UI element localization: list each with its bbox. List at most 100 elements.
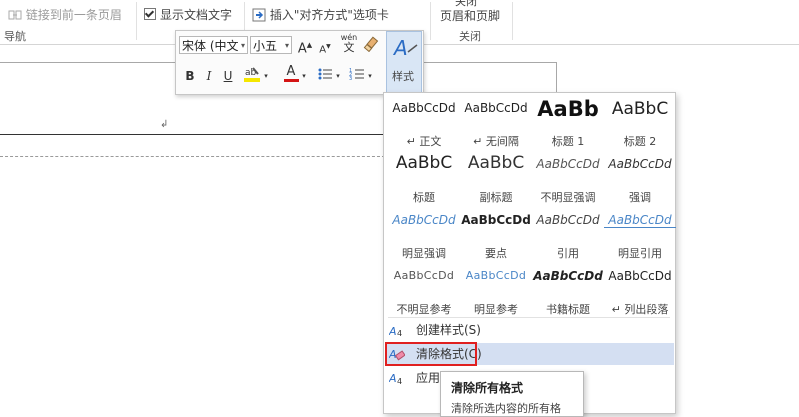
shrink-font-button[interactable]: A▼ — [316, 38, 334, 56]
style-swatch[interactable]: AaBbCcDd 不明显强调 — [532, 153, 604, 208]
style-swatch[interactable]: AaBbCcDd ↵ 列出段落 — [604, 265, 676, 320]
show-document-text-checkbox[interactable]: 显示文档文字 — [144, 6, 232, 23]
style-preview: AaBbCcDd — [392, 101, 456, 115]
close-group-label: 关闭 — [459, 30, 481, 43]
svg-text:3: 3 — [349, 76, 352, 82]
italic-button[interactable]: I — [200, 67, 218, 85]
style-swatch[interactable]: AaBbC 标题 2 — [604, 97, 676, 152]
style-name: 强调 — [629, 191, 651, 204]
insert-alignment-tab-label: 插入"对齐方式"选项卡 — [269, 8, 389, 22]
style-swatch[interactable]: AaBb 标题 1 — [532, 97, 604, 152]
style-swatch[interactable]: AaBbCcDd ↵ 正文 — [388, 97, 460, 152]
style-preview: AaBbCcDd — [533, 269, 603, 283]
style-swatch[interactable]: AaBbCcDd 引用 — [532, 209, 604, 264]
style-name: 副标题 — [479, 191, 513, 204]
highlighter-icon: ab — [243, 67, 261, 86]
show-document-text-label: 显示文档文字 — [160, 8, 233, 22]
close-header-footer-button[interactable]: 页眉和页脚 — [440, 7, 500, 24]
create-style-label: 创建样式(S) — [416, 323, 481, 337]
style-name: ↵ 列出段落 — [611, 303, 669, 316]
style-name: 标题 2 — [623, 135, 657, 148]
style-swatch[interactable]: AaBbCcDd 明显强调 — [388, 209, 460, 264]
chevron-down-icon[interactable]: ▾ — [241, 37, 245, 53]
style-name: 不明显强调 — [540, 191, 596, 204]
header-rule — [0, 134, 385, 135]
style-name: 要点 — [485, 247, 507, 260]
checkbox-checked-icon — [144, 8, 156, 20]
eraser-brush-icon — [363, 36, 379, 55]
style-swatch[interactable]: AaBbCcDd 书籍标题 — [532, 265, 604, 320]
style-swatch[interactable]: AaBbCcDd 不明显参考 — [388, 265, 460, 320]
style-preview: AaBbC — [467, 153, 525, 173]
link-to-previous-button[interactable]: 链接到前一条页眉 — [8, 6, 122, 23]
bullets-button[interactable] — [316, 66, 334, 84]
group-divider — [430, 2, 431, 40]
group-divider — [136, 2, 137, 40]
grow-font-icon: A — [297, 41, 307, 57]
style-preview: AaBbC — [395, 153, 453, 173]
font-size-value: 小五 — [253, 39, 278, 53]
paragraph-mark: ↲ — [160, 119, 169, 130]
phonetic-guide-icon: 文 — [343, 41, 355, 54]
bold-button[interactable]: B — [181, 67, 199, 85]
styles-button[interactable]: A 样式 — [386, 31, 422, 93]
insert-alignment-tab-button[interactable]: 插入"对齐方式"选项卡 — [252, 6, 389, 23]
style-swatch[interactable]: AaBbCcDd 要点 — [460, 209, 532, 264]
font-name-combo[interactable]: 宋体 (中文 ▾ — [179, 36, 248, 54]
svg-text:4: 4 — [397, 377, 402, 386]
style-preview: AaBbCcDd — [536, 213, 600, 227]
svg-text:A: A — [389, 325, 397, 338]
font-color-icon: A — [286, 64, 296, 79]
style-preview: AaBbCcDd — [536, 157, 600, 171]
style-swatch[interactable]: AaBbC 标题 — [388, 153, 460, 208]
tooltip: 清除所有格式 清除所选内容的所有格 — [440, 371, 584, 417]
chevron-down-icon[interactable]: ▾ — [285, 37, 289, 53]
styles-icon: A — [392, 35, 419, 64]
style-swatch[interactable]: AaBbCcDd ↵ 无间隔 — [460, 97, 532, 152]
style-name: 书籍标题 — [546, 303, 590, 316]
bulleted-list-icon — [317, 68, 333, 85]
insert-tab-icon — [252, 8, 266, 22]
chevron-down-icon[interactable]: ▾ — [334, 67, 342, 85]
create-style-icon: A4 — [388, 322, 405, 338]
format-painter-button[interactable] — [362, 36, 380, 54]
header-separator-dashed — [0, 156, 385, 157]
style-swatch[interactable]: AaBbCcDd 明显参考 — [460, 265, 532, 320]
style-swatch[interactable]: AaBbC 副标题 — [460, 153, 532, 208]
navigation-group-label: 导航 — [4, 30, 26, 43]
grow-font-button[interactable]: A▲ — [296, 36, 314, 57]
style-preview: AaBbCcDd — [464, 101, 528, 115]
phonetic-guide-button[interactable]: wén 文 — [338, 33, 360, 54]
style-swatch[interactable]: AaBbCcDd 明显引用 — [604, 209, 676, 264]
style-name: 明显引用 — [618, 247, 662, 260]
svg-text:4: 4 — [397, 329, 402, 338]
styles-label: 样式 — [392, 70, 414, 83]
link-icon — [8, 9, 22, 21]
style-swatch[interactable]: AaBbCcDd 强调 — [604, 153, 676, 208]
font-size-combo[interactable]: 小五 ▾ — [250, 36, 292, 54]
chevron-down-icon[interactable]: ▾ — [366, 67, 374, 85]
underline-button[interactable]: U — [219, 67, 237, 85]
font-name-value: 宋体 (中文 — [182, 39, 239, 53]
style-name: 标题 — [413, 191, 435, 204]
create-style-menu-item[interactable]: A4 创建样式(S) — [385, 319, 674, 341]
svg-text:A: A — [389, 372, 397, 385]
style-name: 标题 1 — [551, 135, 585, 148]
mini-toolbar: 宋体 (中文 ▾ 小五 ▾ A▲ A▼ wén 文 B I U ab ▾ A ▾… — [175, 30, 424, 95]
styles-gallery: AaBbCcDd ↵ 正文 AaBbCcDd ↵ 无间隔 AaBb 标题 1 AaBbC 标题… — [383, 92, 676, 414]
chevron-down-icon[interactable]: ▾ — [300, 67, 308, 85]
svg-text:A: A — [393, 36, 408, 60]
style-preview: AaBb — [537, 97, 599, 121]
text-highlight-button[interactable]: ab — [242, 65, 262, 83]
style-name: ↵ 正文 — [406, 135, 442, 148]
style-preview: AaBbCcDd — [461, 213, 531, 227]
numbering-button[interactable]: 123 — [348, 66, 366, 84]
style-preview: AaBbCcDd — [604, 213, 676, 228]
link-to-previous-label: 链接到前一条页眉 — [25, 8, 122, 22]
font-color-button[interactable]: A — [282, 65, 300, 83]
group-divider — [512, 2, 513, 40]
style-preview: AaBbCcDd — [392, 213, 456, 227]
apply-styles-icon: A4 — [388, 370, 405, 386]
chevron-down-icon[interactable]: ▾ — [262, 67, 270, 85]
apply-styles-label: 应用 — [416, 371, 441, 385]
